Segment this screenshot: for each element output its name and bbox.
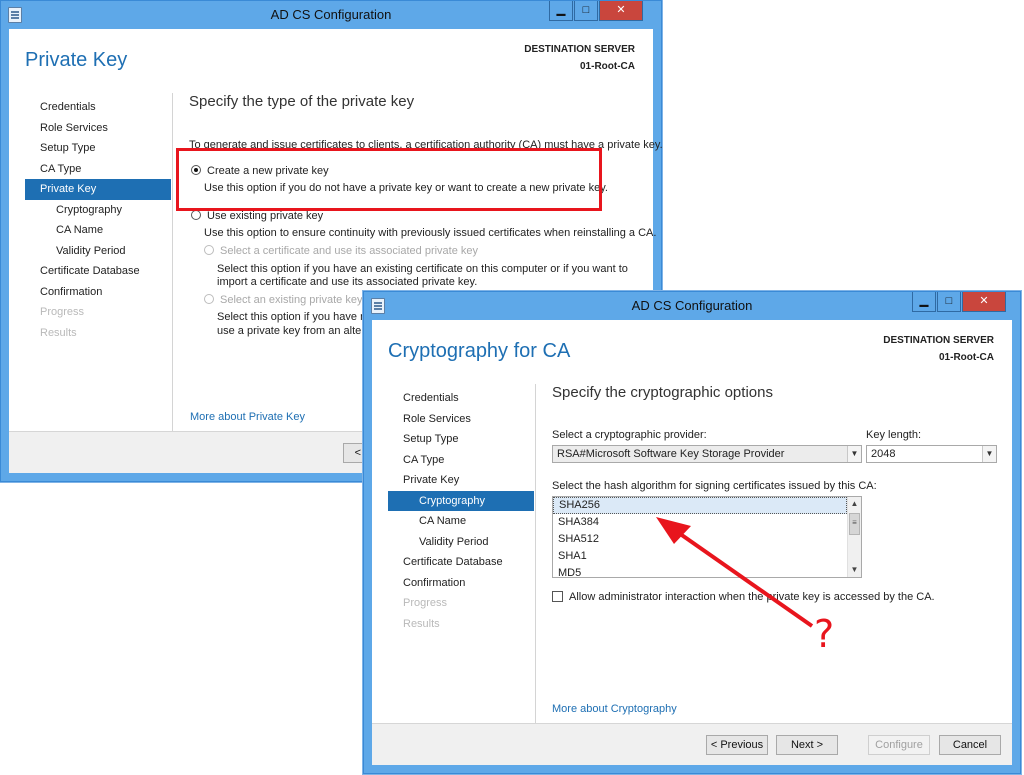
nav-item-role-services[interactable]: Role Services [388, 409, 534, 430]
maximize-button[interactable]: □ [574, 1, 598, 21]
nav-item-ca-type[interactable]: CA Type [25, 159, 171, 180]
nav-item-credentials[interactable]: Credentials [25, 97, 171, 118]
scroll-down-icon[interactable]: ▼ [848, 563, 861, 577]
dropdown-arrow-icon[interactable]: ▼ [847, 446, 861, 462]
more-about-cryptography-link[interactable]: More about Cryptography [552, 703, 677, 715]
key-length-select[interactable]: 2048 ▼ [866, 445, 997, 463]
provider-label: Select a cryptographic provider: [552, 429, 707, 441]
select-cert-desc-2: import a certificate and use its associa… [217, 276, 478, 288]
nav-item-role-services[interactable]: Role Services [25, 118, 171, 139]
radio-disabled-icon [204, 245, 214, 255]
nav-item-validity-period[interactable]: Validity Period [388, 532, 534, 553]
section-title: Specify the cryptographic options [552, 384, 773, 401]
nav-item-ca-name[interactable]: CA Name [388, 511, 534, 532]
hash-option-md5[interactable]: MD5 [553, 565, 847, 577]
destination-server: DESTINATION SERVER 01-Root-CA [524, 41, 635, 75]
select-existing-key-desc-1: Select this option if you have reta [217, 311, 380, 323]
radio-unselected-icon[interactable] [191, 210, 201, 220]
nav-item-private-key[interactable]: Private Key [25, 179, 171, 200]
destination-label: DESTINATION SERVER [524, 44, 635, 55]
nav-item-cryptography[interactable]: Cryptography [388, 490, 534, 511]
destination-label: DESTINATION SERVER [883, 335, 994, 346]
nav-item-certificate-database[interactable]: Certificate Database [25, 261, 171, 282]
page-title: Cryptography for CA [388, 340, 571, 362]
nav-item-confirmation[interactable]: Confirmation [388, 573, 534, 594]
destination-server: DESTINATION SERVER 01-Root-CA [883, 332, 994, 366]
nav-item-results: Results [403, 617, 440, 630]
section-title: Specify the type of the private key [189, 93, 415, 110]
radio-existing-key-desc: Use this option to ensure continuity wit… [204, 227, 657, 239]
admin-interaction-checkbox[interactable]: Allow administrator interaction when the… [552, 591, 935, 603]
nav-item-certificate-database[interactable]: Certificate Database [388, 552, 534, 573]
window1-titlebar[interactable]: AD CS Configuration ▁ □ ✕ [1, 1, 661, 29]
window2-titlebar[interactable]: AD CS Configuration ▁ □ ✕ [364, 292, 1020, 320]
admin-interaction-label: Allow administrator interaction when the… [569, 591, 935, 603]
close-button[interactable]: ✕ [599, 1, 643, 21]
radio-select-cert-label: Select a certificate and use its associa… [220, 245, 479, 257]
window2-content: Cryptography for CA DESTINATION SERVER 0… [372, 320, 1012, 765]
previous-button[interactable]: < Previous [706, 735, 768, 755]
cancel-button[interactable]: Cancel [939, 735, 1001, 755]
page-title: Private Key [25, 49, 128, 71]
radio-select-existing-key: Select an existing private key on [204, 294, 378, 306]
more-about-private-key-link[interactable]: More about Private Key [190, 411, 305, 423]
close-button[interactable]: ✕ [962, 292, 1006, 312]
nav-item-private-key[interactable]: Private Key [388, 470, 534, 491]
hash-scrollbar[interactable]: ▲ ≡ ▼ [847, 497, 861, 577]
radio-disabled-icon [204, 294, 214, 304]
radio-select-existing-key-label: Select an existing private key on [220, 294, 378, 306]
wizard-nav: Credentials Role Services Setup Type CA Typ… [25, 97, 171, 343]
highlight-box [176, 148, 602, 211]
nav-item-progress: Progress [403, 597, 448, 609]
minimize-button[interactable]: ▁ [549, 1, 573, 21]
hash-option-sha1[interactable]: SHA1 [553, 548, 847, 565]
radio-existing-key-label: Use existing private key [207, 210, 324, 222]
nav-item-ca-type[interactable]: CA Type [388, 450, 534, 471]
scroll-thumb[interactable]: ≡ [849, 513, 860, 535]
select-cert-desc-1: Select this option if you have an existi… [217, 263, 628, 275]
main-panel: Specify the type of the private key [189, 93, 637, 134]
provider-select[interactable]: RSA#Microsoft Software Key Storage Provi… [552, 445, 862, 463]
window2-footer: < Previous Next > Configure Cancel [372, 723, 1012, 765]
hash-option-sha512[interactable]: SHA512 [553, 531, 847, 548]
provider-value: RSA#Microsoft Software Key Storage Provi… [557, 448, 785, 460]
wizard-nav: Credentials Role Services Setup Type CA Typ… [388, 388, 534, 634]
nav-item-validity-period[interactable]: Validity Period [25, 241, 171, 262]
destination-value: 01-Root-CA [580, 61, 635, 72]
hash-option-sha256[interactable]: SHA256 [553, 497, 847, 514]
nav-divider [535, 384, 536, 729]
scroll-up-icon[interactable]: ▲ [848, 497, 861, 511]
nav-item-cryptography[interactable]: Cryptography [25, 200, 171, 221]
key-length-label: Key length: [866, 429, 922, 441]
nav-item-credentials[interactable]: Credentials [388, 388, 534, 409]
key-length-value: 2048 [871, 448, 896, 460]
hash-options: SHA256 SHA384 SHA512 SHA1 MD5 [553, 497, 861, 577]
radio-select-cert: Select a certificate and use its associa… [204, 245, 478, 257]
destination-value: 01-Root-CA [939, 352, 994, 363]
main-panel: Specify the cryptographic options [552, 384, 996, 425]
hash-listbox[interactable]: SHA256 SHA384 SHA512 SHA1 MD5 ▲ ≡ ▼ [552, 496, 862, 578]
nav-item-progress: Progress [40, 306, 85, 318]
dropdown-arrow-icon[interactable]: ▼ [982, 446, 996, 462]
checkbox-icon[interactable] [552, 591, 563, 602]
radio-existing-key[interactable]: Use existing private key [191, 210, 323, 222]
window-cryptography: AD CS Configuration ▁ □ ✕ Cryptography f… [363, 291, 1021, 774]
nav-item-setup-type[interactable]: Setup Type [25, 138, 171, 159]
question-mark: ? [814, 612, 835, 656]
nav-item-confirmation[interactable]: Confirmation [25, 282, 171, 303]
nav-item-results: Results [40, 326, 77, 339]
minimize-button[interactable]: ▁ [912, 292, 936, 312]
hash-label: Select the hash algorithm for signing ce… [552, 480, 877, 492]
hash-option-sha384[interactable]: SHA384 [553, 514, 847, 531]
next-button[interactable]: Next > [776, 735, 838, 755]
nav-divider [172, 93, 173, 438]
select-existing-key-desc-2: use a private key from an alterna [217, 325, 378, 337]
configure-button: Configure [868, 735, 930, 755]
maximize-button[interactable]: □ [937, 292, 961, 312]
nav-item-ca-name[interactable]: CA Name [25, 220, 171, 241]
nav-item-setup-type[interactable]: Setup Type [388, 429, 534, 450]
